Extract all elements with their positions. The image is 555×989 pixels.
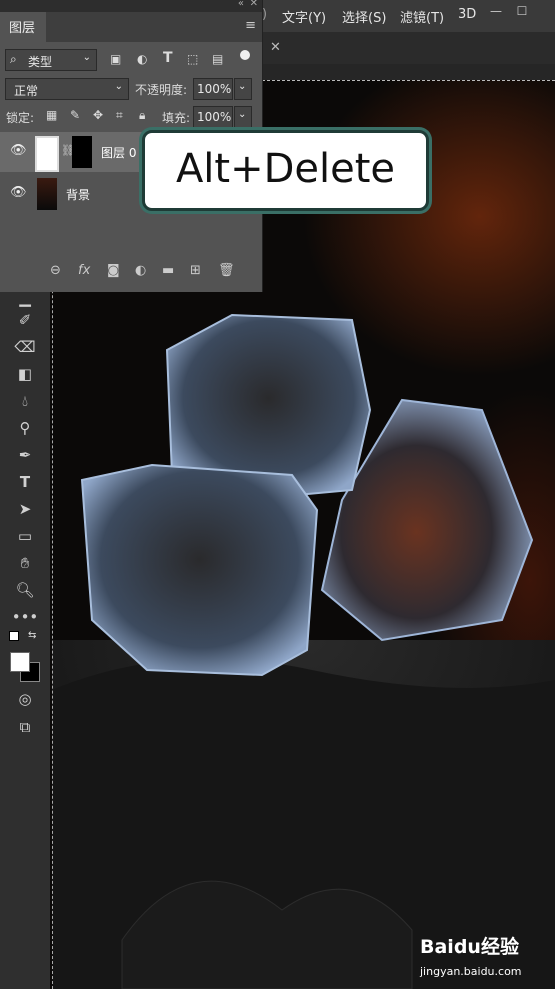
panel-menu-icon[interactable]: ≡	[245, 18, 256, 33]
close-tab-icon[interactable]: ✕	[270, 40, 286, 56]
menu-bar: ) 文字(Y) 选择(S) 滤镜(T) 3D — ☐	[262, 0, 555, 32]
layer-name[interactable]: 图层 0	[101, 144, 136, 161]
close-panel-icon[interactable]: ✕	[250, 0, 258, 9]
hand-icon[interactable]: ✋︎	[8, 551, 42, 575]
eraser-icon[interactable]: ⌫	[8, 335, 42, 359]
collapse-icon[interactable]: «	[238, 0, 244, 9]
minimize-button[interactable]: —	[484, 2, 508, 20]
layer-mask-thumbnail[interactable]	[72, 136, 92, 168]
maximize-button[interactable]: ☐	[510, 2, 534, 20]
rectangle-icon[interactable]: ▭	[8, 524, 42, 548]
gradient-icon[interactable]: ◧	[8, 362, 42, 386]
opacity-value: 100%	[197, 82, 232, 96]
chevron-down-icon: ⌄	[238, 81, 247, 92]
chevron-down-icon: ⌄	[82, 52, 91, 63]
document-tab-bar: ✕	[262, 32, 555, 64]
filter-toggle-icon[interactable]	[240, 50, 250, 60]
hand-cursor-icon: ☝︎	[44, 154, 53, 170]
new-layer-icon[interactable]: ⊞	[190, 263, 201, 278]
panel-header-strip: « ✕	[0, 0, 262, 12]
mask-icon[interactable]: ◙	[107, 263, 120, 278]
menu-select[interactable]: 选择(S)	[342, 7, 386, 26]
lock-transparent-icon[interactable]: ▦	[46, 108, 57, 122]
menu-text[interactable]: 文字(Y)	[282, 7, 326, 26]
panel-tab-row: ≡	[46, 12, 262, 42]
filter-select[interactable]: ⌕ 类型 ⌄	[5, 49, 97, 71]
ruler	[262, 64, 555, 80]
panel-footer: ⊖ fx ◙ ◐ ▬ ⊞ 🗑︎	[0, 258, 262, 286]
blur-icon[interactable]: 💧︎	[8, 389, 42, 413]
layer-thumbnail[interactable]	[37, 178, 57, 210]
screen-mode-icon[interactable]: ⧉	[8, 715, 42, 739]
shortcut-callout: Alt+Delete	[142, 130, 429, 211]
watermark-brand: Baidu经验	[420, 936, 519, 958]
quick-mask-icon[interactable]: ◎	[8, 687, 42, 711]
fx-icon[interactable]: fx	[78, 263, 90, 278]
visibility-eye-icon[interactable]: 👁︎	[10, 143, 27, 158]
baidu-watermark: Baidu经验 jingyan.baidu.com	[420, 932, 550, 982]
more-tools-icon[interactable]: •••	[8, 605, 42, 629]
lock-pixels-icon[interactable]: ✎	[70, 108, 80, 122]
lock-artboard-icon[interactable]: ⌗	[116, 108, 123, 123]
dodge-icon[interactable]: ⚲	[8, 416, 42, 440]
layer-name[interactable]: 背景	[66, 186, 90, 203]
watermark-url: jingyan.baidu.com	[420, 965, 522, 978]
chevron-down-icon: ⌄	[238, 109, 247, 120]
blend-mode-select[interactable]: 正常 ⌄	[5, 78, 129, 100]
document-border	[262, 80, 555, 81]
tools-bar: ▁ ✐ ⌫ ◧ 💧︎ ⚲ ✒︎ T ➤ ▭ ✋︎ 🔍︎ ••• ⇆ ◎ ⧉	[0, 289, 50, 989]
tab-layers-label: 图层	[9, 21, 36, 36]
fill-value: 100%	[197, 110, 232, 124]
fill-dropdown[interactable]: ⌄	[234, 106, 252, 128]
opacity-input[interactable]: 100%	[193, 78, 233, 100]
type-tool-icon[interactable]: T	[8, 470, 42, 494]
adjustment-filter-icon[interactable]: ◐	[137, 52, 147, 66]
smart-object-filter-icon[interactable]: ▤	[212, 52, 223, 66]
default-colors-icon[interactable]	[9, 631, 19, 641]
visibility-eye-icon[interactable]: 👁︎	[10, 185, 27, 200]
fill-label: 填充:	[162, 111, 191, 125]
search-icon: ⌕	[10, 52, 17, 66]
blend-mode-label: 正常	[14, 84, 39, 98]
filter-label: 类型	[28, 55, 53, 69]
menu-filter[interactable]: 滤镜(T)	[400, 7, 444, 26]
image-filter-icon[interactable]: ▣	[110, 52, 121, 66]
opacity-label: 不透明度:	[135, 83, 188, 97]
shape-filter-icon[interactable]: ⬚	[187, 52, 198, 66]
adjustment-icon[interactable]: ◐	[135, 263, 146, 278]
fill-input[interactable]: 100%	[193, 106, 233, 128]
chevron-down-icon: ⌄	[114, 81, 123, 92]
tab-layers[interactable]: 图层	[0, 12, 46, 42]
swap-colors-icon[interactable]: ⇆	[28, 630, 36, 641]
lock-label: 锁定:	[6, 111, 35, 125]
folder-icon[interactable]: ▬	[162, 263, 174, 278]
zoom-icon[interactable]: 🔍︎	[8, 578, 42, 602]
menu-3d[interactable]: 3D	[458, 7, 476, 22]
lock-all-icon[interactable]: 🔒︎	[139, 108, 145, 123]
foreground-color-swatch[interactable]	[10, 652, 30, 672]
type-filter-icon[interactable]: T	[163, 50, 173, 66]
trash-icon[interactable]: 🗑︎	[218, 263, 235, 278]
opacity-dropdown[interactable]: ⌄	[234, 78, 252, 100]
path-select-icon[interactable]: ➤	[8, 497, 42, 521]
pen-icon[interactable]: ✒︎	[8, 443, 42, 467]
history-brush-icon[interactable]: ✐	[8, 308, 42, 332]
shortcut-text: Alt+Delete	[175, 146, 396, 192]
link-icon[interactable]: ⊖	[50, 263, 61, 278]
stamp-tool-icon[interactable]: ▁	[8, 286, 42, 310]
lock-position-icon[interactable]: ✥	[93, 108, 103, 122]
